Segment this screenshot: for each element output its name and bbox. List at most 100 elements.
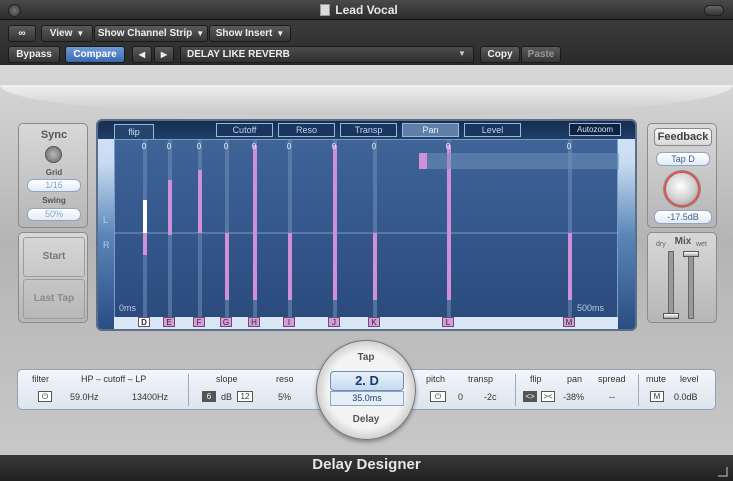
autozoom-button[interactable]: Autozoom — [569, 123, 621, 136]
sync-toggle[interactable] — [45, 146, 62, 163]
reso-label: reso — [276, 374, 294, 384]
tap-letter-d[interactable]: D — [138, 317, 150, 327]
feedback-tap-value[interactable]: Tap D — [656, 152, 710, 166]
tap-pan-bar — [568, 233, 572, 300]
dry-label: dry — [656, 241, 666, 248]
tap-letter-j[interactable]: J — [328, 317, 340, 327]
slope-12db-button[interactable]: 12 — [237, 391, 253, 402]
last-tap-button[interactable]: Last Tap — [23, 279, 85, 319]
pan-range-bar — [419, 153, 619, 169]
tap-pan-bar — [168, 180, 172, 235]
flip-normal-button[interactable]: <> — [523, 391, 537, 402]
show-insert-button[interactable]: Show Insert ▼ — [209, 25, 291, 42]
tap-marker: 0 — [166, 142, 172, 151]
tap-marker: 0 — [331, 142, 337, 151]
tab-cutoff[interactable]: Cutoff — [216, 123, 273, 137]
chevron-down-icon: ▼ — [276, 29, 285, 38]
toolbar-toggle-button[interactable] — [704, 5, 724, 16]
tap-letter-row: D E F G H I J K L M — [114, 317, 618, 329]
swing-value[interactable]: 50% — [27, 208, 81, 221]
compare-button[interactable]: Compare — [65, 46, 125, 63]
tap-letter-f[interactable]: F — [193, 317, 205, 327]
wet-label: wet — [696, 241, 707, 248]
link-button[interactable]: ∞ — [8, 25, 36, 42]
filter-toggle[interactable]: ⏻ — [38, 391, 52, 402]
feedback-button[interactable]: Feedback — [654, 128, 712, 146]
tap-letter-k[interactable]: K — [368, 317, 380, 327]
tap-marker: 0 — [141, 142, 147, 151]
paste-button[interactable]: Paste — [521, 46, 561, 63]
tap-letter-e[interactable]: E — [163, 317, 175, 327]
level-value[interactable]: 0.0dB — [674, 392, 698, 402]
tap-selector[interactable]: 2. D — [330, 371, 404, 391]
show-channel-strip-label: Show Channel Strip — [97, 28, 193, 39]
start-button[interactable]: Start — [23, 237, 85, 277]
dry-fader[interactable] — [668, 251, 674, 319]
slope-6db-button[interactable]: 6 — [202, 391, 216, 402]
tap-marker: 0 — [196, 142, 202, 151]
feedback-level-knob[interactable] — [664, 171, 700, 207]
tap-selector-value: 2. D — [355, 373, 379, 388]
pan-label: pan — [567, 374, 583, 384]
tap-letter-g[interactable]: G — [220, 317, 232, 327]
lp-cutoff-value[interactable]: 13400Hz — [132, 392, 168, 402]
resize-handle[interactable] — [718, 467, 728, 477]
preset-menu[interactable]: DELAY LIKE REVERB — [180, 46, 474, 63]
tap-pan-bar — [253, 145, 257, 300]
delay-value[interactable]: 35.0ms — [330, 391, 404, 406]
tap-letter-m[interactable]: M — [563, 317, 575, 327]
plugin-name: Delay Designer — [312, 456, 421, 473]
filter-label: filter — [32, 374, 50, 384]
transp-cents-value[interactable]: -2c — [484, 392, 497, 402]
hp-cutoff-value[interactable]: 59.0Hz — [70, 392, 99, 402]
grid-value[interactable]: 1/16 — [27, 179, 81, 192]
previous-preset-button[interactable]: ◀ — [132, 46, 152, 63]
selected-tap-bar — [143, 200, 147, 233]
pitch-toggle[interactable]: ⏻ — [430, 391, 446, 402]
chevron-down-icon: ▼ — [76, 29, 85, 38]
tab-level[interactable]: Level — [464, 123, 521, 137]
flip-label: flip — [530, 374, 542, 384]
tap-plot[interactable]: L R 0ms 500ms — [103, 139, 619, 319]
tap-letter-i[interactable]: I — [283, 317, 295, 327]
tab-reso[interactable]: Reso — [278, 123, 335, 137]
show-channel-strip-button[interactable]: Show Channel Strip ▼ — [94, 25, 208, 42]
slope-label: slope — [216, 374, 238, 384]
grid-label: Grid — [45, 168, 63, 177]
mute-button[interactable]: M — [650, 391, 664, 402]
transp-label: transp — [468, 374, 494, 384]
pan-value[interactable]: -38% — [563, 392, 584, 402]
tab-transp[interactable]: Transp — [340, 123, 397, 137]
view-menu-button[interactable]: View ▼ — [41, 25, 93, 42]
tap-letter-l[interactable]: L — [442, 317, 454, 327]
mix-panel: Mix dry wet — [647, 232, 717, 323]
dry-fader-cap[interactable] — [663, 312, 679, 319]
copy-button[interactable]: Copy — [480, 46, 520, 63]
sync-label: Sync — [40, 129, 68, 141]
spread-value[interactable]: -- — [609, 392, 615, 402]
tap-pan-bar — [373, 233, 377, 300]
tap-letter-h[interactable]: H — [248, 317, 260, 327]
swing-label: Swing — [42, 196, 66, 205]
view-menu-label: View — [49, 28, 73, 39]
tap-pan-bar — [333, 145, 337, 300]
tab-pan[interactable]: Pan — [402, 123, 459, 137]
bypass-button[interactable]: Bypass — [8, 46, 60, 63]
flip-tab[interactable]: flip — [114, 124, 154, 140]
next-preset-button[interactable]: ▶ — [154, 46, 174, 63]
wet-fader[interactable] — [688, 251, 694, 319]
tap-marker: 0 — [223, 142, 229, 151]
sync-panel: Sync Grid 1/16 Swing 50% — [18, 123, 88, 228]
tap-label: Tap — [357, 352, 375, 363]
tap-marker: 0 — [286, 142, 292, 151]
pan-range-handle — [419, 153, 427, 169]
separator — [515, 374, 516, 406]
wet-fader-cap[interactable] — [683, 251, 699, 258]
flip-swap-button[interactable]: >< — [541, 391, 555, 402]
feedback-level-value[interactable]: -17.5dB — [654, 210, 712, 224]
reso-value[interactable]: 5% — [278, 392, 291, 402]
transp-semitones-value[interactable]: 0 — [458, 392, 463, 402]
tap-pan-bar — [225, 233, 229, 300]
window-title: Lead Vocal — [335, 3, 398, 17]
tap-marker: 0 — [445, 142, 451, 151]
